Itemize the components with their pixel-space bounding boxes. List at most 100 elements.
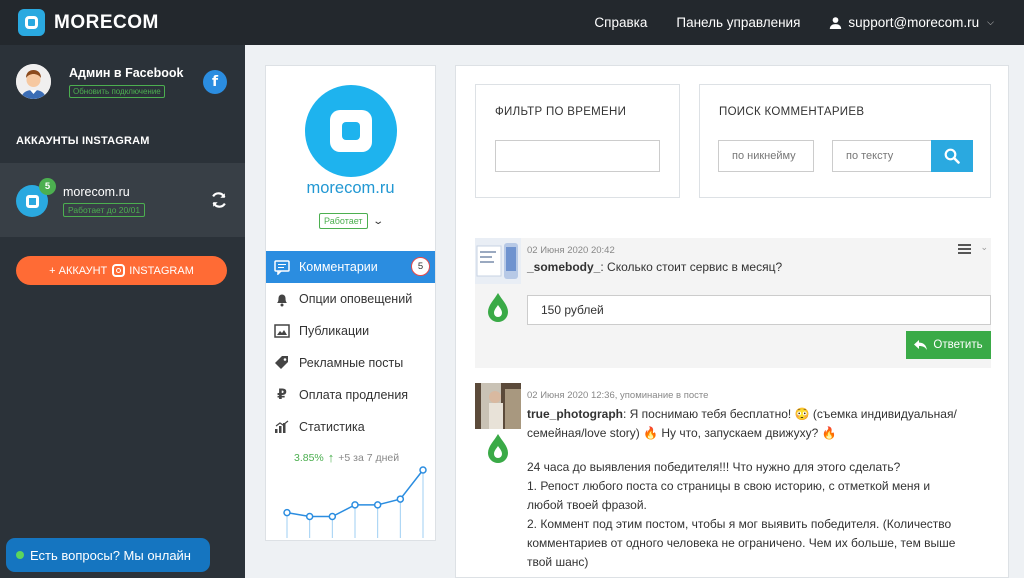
text-search-input[interactable] bbox=[832, 140, 932, 172]
reply-drop-icon bbox=[488, 434, 508, 463]
ruble-icon: ₽ bbox=[277, 387, 287, 403]
refresh-icon[interactable] bbox=[210, 191, 228, 209]
comment-line: 2. Коммент под этим постом, чтобы я мог … bbox=[527, 517, 956, 569]
instagram-accounts-title: АККАУНТЫ INSTAGRAM bbox=[16, 135, 150, 147]
chevron-down-icon: ⌵ bbox=[987, 17, 994, 27]
online-status-dot bbox=[16, 551, 24, 559]
add-button-suffix: INSTAGRAM bbox=[129, 264, 194, 277]
top-bar: MORECOM Справка Панель управления suppor… bbox=[0, 0, 1024, 45]
menu-item-publications[interactable]: Публикации bbox=[266, 315, 435, 347]
menu-item-comments[interactable]: Комментарии 5 bbox=[266, 251, 435, 283]
profile-status[interactable]: Работает ⌄ bbox=[266, 213, 435, 229]
chat-button-label: Есть вопросы? Мы онлайн bbox=[30, 547, 191, 563]
comment-date: 02 Июня 2020 20:42 bbox=[527, 245, 615, 256]
image-icon bbox=[273, 323, 291, 339]
online-chat-button[interactable]: Есть вопросы? Мы онлайн bbox=[6, 538, 210, 572]
sparkline-point bbox=[419, 466, 427, 474]
account-notification-count: 5 bbox=[39, 178, 56, 195]
top-nav: Справка Панель управления support@moreco… bbox=[594, 15, 1024, 30]
time-filter-title: ФИЛЬТР ПО ВРЕМЕНИ bbox=[495, 106, 627, 118]
arrow-up-icon: ↑ bbox=[327, 450, 335, 465]
stats-sparkline bbox=[283, 466, 427, 538]
reply-icon bbox=[914, 340, 928, 350]
user-email: support@morecom.ru bbox=[848, 15, 980, 30]
post-thumbnail[interactable] bbox=[475, 238, 521, 284]
comment-author[interactable]: _somebody_ bbox=[527, 260, 600, 274]
time-filter-box: ФИЛЬТР ПО ВРЕМЕНИ bbox=[475, 84, 680, 198]
bell-icon bbox=[273, 291, 291, 307]
facebook-icon: f bbox=[203, 70, 227, 94]
add-instagram-account-button[interactable]: + АККАУНТ INSTAGRAM bbox=[16, 256, 227, 285]
stats-summary: 3.85% ↑ +5 за 7 дней bbox=[294, 450, 399, 465]
menu-item-label: Оплата продления bbox=[299, 388, 409, 402]
reply-button-label: Ответить bbox=[933, 339, 983, 351]
instagram-account-item[interactable]: 5 morecom.ru Работает до 20/01 bbox=[0, 163, 245, 237]
time-filter-input[interactable] bbox=[495, 140, 660, 172]
sparkline-point bbox=[396, 495, 405, 503]
comment-author[interactable]: true_photograph bbox=[527, 407, 623, 421]
comment-date: 02 Июня 2020 12:36, упоминание в посте bbox=[527, 390, 708, 401]
profile-logo-icon bbox=[305, 85, 397, 177]
comments-count-badge: 5 bbox=[411, 257, 430, 276]
menu-item-payment[interactable]: ₽ Оплата продления bbox=[266, 379, 435, 411]
comments-panel: ФИЛЬТР ПО ВРЕМЕНИ ПОИСК КОММЕНТАРИЕВ 02 … bbox=[455, 65, 1009, 578]
nav-help-link[interactable]: Справка bbox=[594, 15, 647, 30]
profile-status-badge: Работает bbox=[319, 213, 368, 229]
menu-item-statistics[interactable]: Статистика bbox=[266, 411, 435, 443]
user-icon bbox=[830, 17, 842, 29]
sparkline-point bbox=[373, 501, 382, 509]
sidebar: Админ в Facebook Обновить подключение f … bbox=[0, 45, 245, 578]
account-name: morecom.ru bbox=[63, 185, 130, 199]
comment-icon bbox=[273, 259, 291, 275]
search-icon bbox=[944, 148, 960, 164]
reply-button[interactable]: Ответить bbox=[906, 331, 991, 359]
menu-icon[interactable] bbox=[958, 244, 971, 254]
logo[interactable]: MORECOM bbox=[18, 9, 159, 36]
facebook-account-name: Админ в Facebook bbox=[69, 66, 184, 80]
add-button-prefix: + АККАУНТ bbox=[49, 264, 108, 277]
post-thumbnail[interactable] bbox=[475, 383, 521, 429]
logo-text: MORECOM bbox=[54, 11, 159, 33]
menu-item-label: Статистика bbox=[299, 420, 365, 434]
menu-item-label: Комментарии bbox=[299, 260, 378, 274]
facebook-account: Админ в Facebook Обновить подключение f bbox=[16, 64, 236, 104]
reply-input[interactable]: 150 рублей bbox=[527, 295, 991, 325]
refresh-connection-badge[interactable]: Обновить подключение bbox=[69, 85, 165, 98]
weekly-delta: +5 за 7 дней bbox=[338, 451, 400, 464]
nav-dashboard-link[interactable]: Панель управления bbox=[676, 15, 800, 30]
nickname-search-input[interactable] bbox=[718, 140, 814, 172]
avatar bbox=[16, 64, 51, 99]
instagram-icon bbox=[112, 264, 126, 277]
comment-item: 02 Июня 2020 20:42 _somebody_: Сколько с… bbox=[475, 238, 991, 368]
chart-icon bbox=[273, 419, 291, 435]
engagement-percent: 3.85% bbox=[294, 451, 324, 464]
comment-body: : Сколько стоит сервис в месяц? bbox=[600, 260, 783, 274]
comment-line: 24 часа до выявления победителя!!! Что н… bbox=[527, 460, 901, 474]
profile-menu: Комментарии 5 Опции оповещений Публикаци… bbox=[266, 251, 435, 443]
comment-item: 02 Июня 2020 12:36, упоминание в посте t… bbox=[475, 383, 991, 577]
tag-icon bbox=[273, 355, 291, 371]
comment-body: true_photograph: Я поснимаю тебя бесплат… bbox=[527, 405, 967, 572]
sparkline-point bbox=[351, 501, 359, 509]
profile-name: morecom.ru bbox=[306, 179, 395, 197]
menu-item-notifications[interactable]: Опции оповещений bbox=[266, 283, 435, 315]
sparkline-point bbox=[283, 508, 291, 517]
comment-date-value: 02 Июня 2020 12:36, bbox=[527, 390, 618, 401]
menu-item-label: Опции оповещений bbox=[299, 292, 413, 306]
chevron-down-icon[interactable]: ⌄ bbox=[980, 242, 988, 253]
comment-line: 1. Репост любого поста со страницы в сво… bbox=[527, 479, 931, 512]
menu-item-label: Публикации bbox=[299, 324, 370, 338]
profile-card: morecom.ru Работает ⌄ Комментарии 5 Опци… bbox=[265, 65, 436, 541]
account-status-badge: Работает до 20/01 bbox=[63, 203, 146, 217]
menu-item-ad-posts[interactable]: Рекламные посты bbox=[266, 347, 435, 379]
search-button[interactable] bbox=[931, 140, 973, 172]
chevron-down-icon: ⌄ bbox=[371, 215, 384, 227]
user-menu[interactable]: support@morecom.ru ⌵ bbox=[829, 15, 994, 30]
comment-search-title: ПОИСК КОММЕНТАРИЕВ bbox=[719, 106, 865, 118]
comment-search-box: ПОИСК КОММЕНТАРИЕВ bbox=[699, 84, 991, 198]
logo-icon bbox=[18, 9, 45, 36]
sparkline-point bbox=[328, 512, 337, 521]
comment-text: _somebody_: Сколько стоит сервис в месяц… bbox=[527, 260, 782, 274]
sparkline-point bbox=[305, 512, 314, 521]
menu-item-label: Рекламные посты bbox=[299, 356, 404, 370]
